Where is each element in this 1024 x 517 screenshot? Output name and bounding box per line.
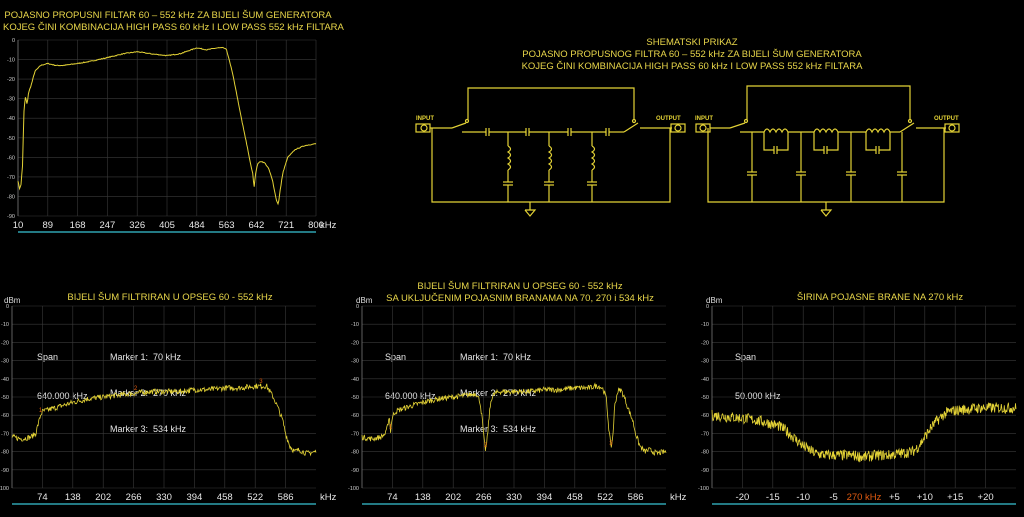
c3-ytick-label: -20 xyxy=(701,340,709,346)
c3-xtick-label: -5 xyxy=(829,492,837,503)
c3-xtick-label: -15 xyxy=(766,492,780,503)
c3-ytick-label: -40 xyxy=(701,377,709,383)
c3-xtick-label: +20 xyxy=(978,492,994,503)
c3-xtick-label: +5 xyxy=(889,492,900,503)
c3-ytick-label: -10 xyxy=(701,322,709,328)
c3-ytick-label: -90 xyxy=(701,468,709,474)
c3-ytick-label: -60 xyxy=(701,413,709,419)
c3-ytick-label: -50 xyxy=(701,395,709,401)
panel3-chart: 0 -10 -20 -30 -40 -50 -60 -70 -80 -90 -100 -20 -15 -1… xyxy=(698,304,1017,505)
c3-xtick-label: -20 xyxy=(736,492,750,503)
c3-xtick-label: 270 kHz xyxy=(847,492,882,503)
c3-ytick-label: -100 xyxy=(698,486,709,492)
c3-xtick-label: -10 xyxy=(796,492,810,503)
c3-ytick-label: -30 xyxy=(701,359,709,365)
c3-ytick-label: 0 xyxy=(706,304,709,310)
c3-xtick-label: +15 xyxy=(947,492,963,503)
c3-xtick-label: +10 xyxy=(917,492,933,503)
c3-ytick-label: -70 xyxy=(701,431,709,437)
c3-ytick-label: -80 xyxy=(701,450,709,456)
